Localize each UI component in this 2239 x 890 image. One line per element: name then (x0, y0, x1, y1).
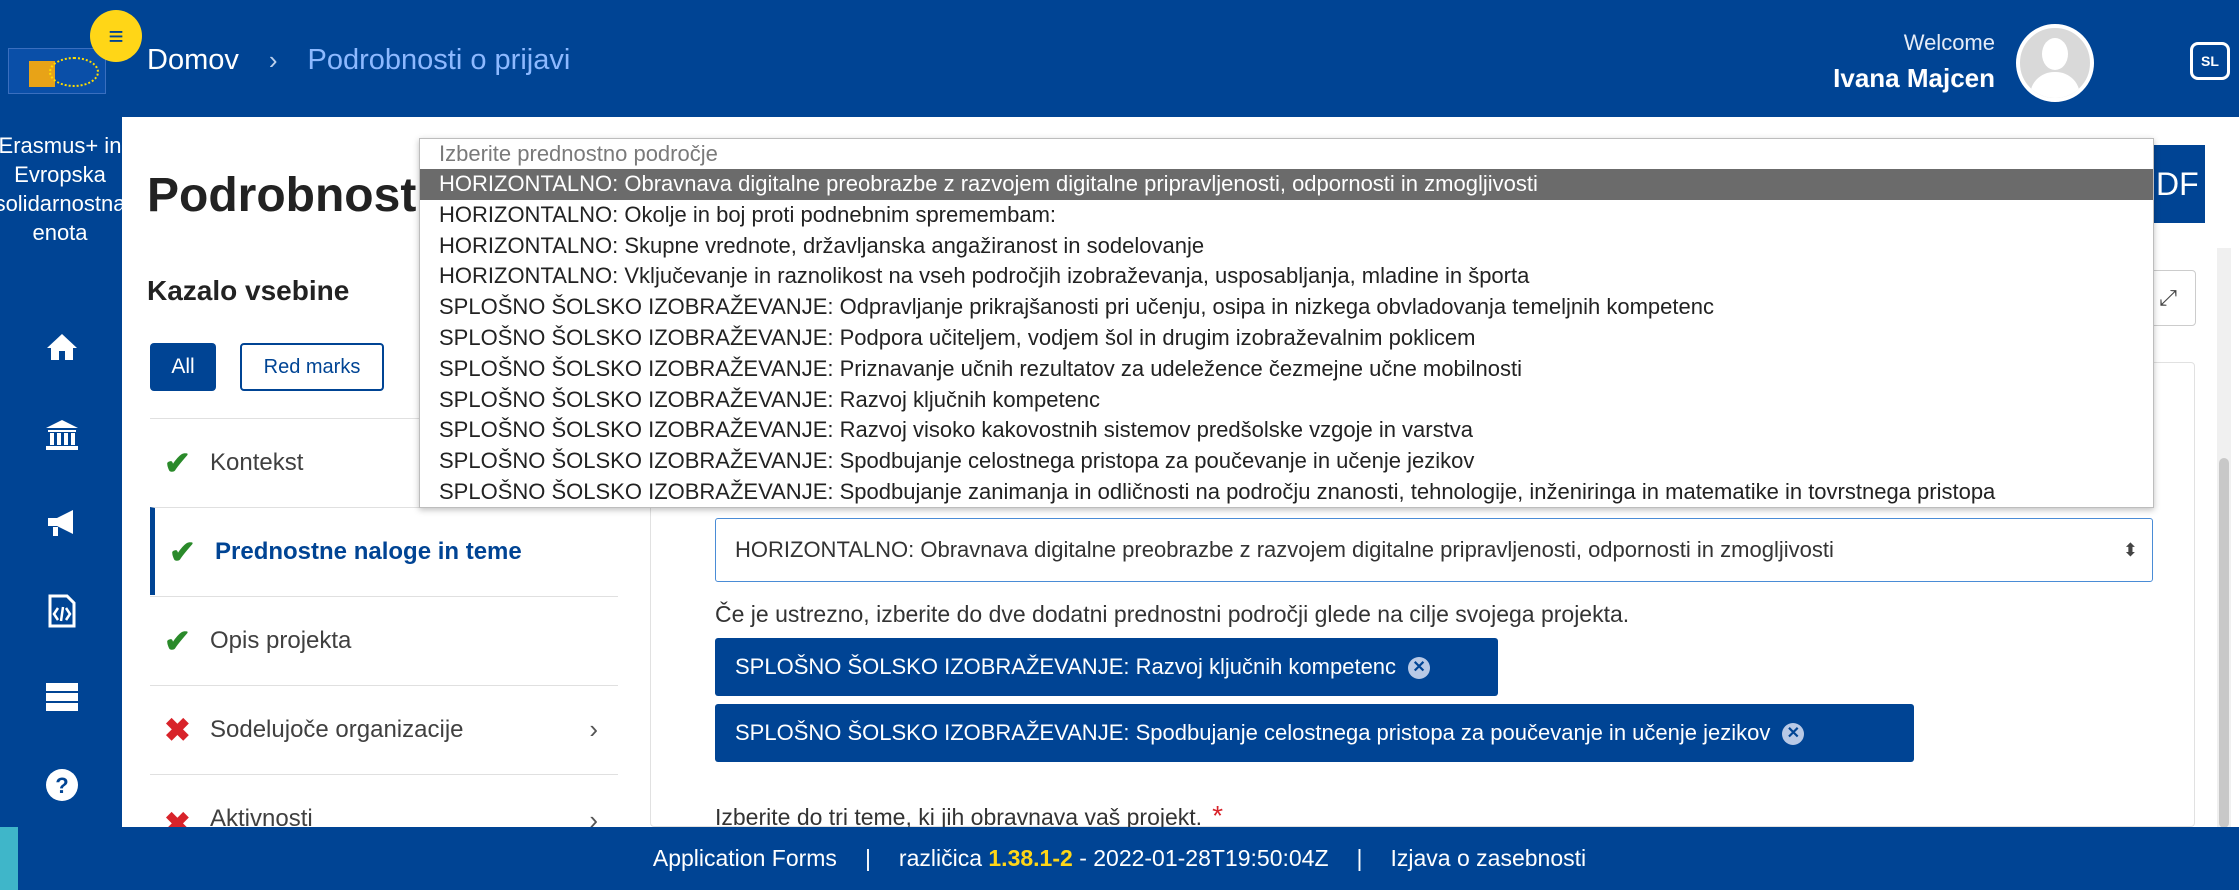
toc-item-activities[interactable]: ✖ Aktivnosti › (150, 774, 618, 827)
chip-label: SPLOŠNO ŠOLSKO IZOBRAŽEVANJE: Spodbujanj… (735, 720, 1771, 745)
dropdown-option[interactable]: SPLOŠNO ŠOLSKO IZOBRAŽEVANJE: Spodbujanj… (420, 446, 2153, 477)
dropdown-option[interactable]: SPLOŠNO ŠOLSKO IZOBRAŽEVANJE: Podpora uč… (420, 323, 2153, 354)
welcome-label: Welcome (1903, 30, 1995, 55)
svg-text:?: ? (55, 773, 68, 798)
dropdown-option[interactable]: HORIZONTALNO: Okolje in boj proti podneb… (420, 200, 2153, 231)
sort-arrows-icon: ⬍ (2122, 540, 2138, 560)
chevron-right-icon: › (589, 805, 598, 827)
additional-priorities-label: Če je ustrezno, izberite do dve dodatni … (715, 601, 1630, 627)
user-name: Ivana Majcen (1833, 63, 1995, 93)
scrollbar-thumb[interactable] (2219, 458, 2229, 828)
dropdown-option[interactable]: SPLOŠNO ŠOLSKO IZOBRAŽEVANJE: Spodbujanj… (420, 477, 2153, 508)
priority-chip: SPLOŠNO ŠOLSKO IZOBRAŽEVANJE: Spodbujanj… (715, 704, 1914, 762)
dropdown-option[interactable]: HORIZONTALNO: Vključevanje in raznolikos… (420, 261, 2153, 292)
code-file-icon[interactable] (42, 591, 82, 631)
page-title: Podrobnosti (147, 169, 430, 222)
side-nav-rail: Erasmus+ in Evropska solidarnostna enota… (0, 117, 125, 827)
priority-select[interactable]: HORIZONTALNO: Obravnava digitalne preobr… (715, 518, 2153, 582)
menu-toggle-button[interactable]: ≡ (90, 10, 142, 62)
toc-item-label: Sodelujoče organizacije (210, 715, 464, 743)
breadcrumb-current: Podrobnosti o prijavi (307, 44, 571, 76)
help-icon[interactable]: ? (42, 765, 82, 805)
dropdown-option[interactable]: HORIZONTALNO: Skupne vrednote, državljan… (420, 231, 2153, 262)
toc-item-label: Prednostne naloge in teme (215, 537, 522, 565)
avatar[interactable] (2016, 24, 2094, 102)
page-scrollbar[interactable] (2217, 248, 2231, 828)
remove-chip-icon[interactable]: ✕ (1782, 723, 1805, 746)
language-icon[interactable]: SL (2190, 42, 2230, 80)
remove-chip-icon[interactable]: ✕ (1408, 657, 1431, 680)
institution-icon[interactable] (42, 415, 82, 455)
avatar-body-shape (2030, 72, 2080, 98)
dropdown-option[interactable]: SPLOŠNO ŠOLSKO IZOBRAŽEVANJE: Razvoj klj… (420, 385, 2153, 416)
avatar-head-shape (2042, 38, 2068, 70)
filter-all-button[interactable]: All (150, 343, 216, 391)
eu-stars-logo (49, 57, 99, 87)
chevron-right-icon: › (589, 714, 598, 744)
top-header: ≡ Domov › Podrobnosti o prijavi Welcome … (0, 0, 2239, 117)
check-icon: ✔ (164, 444, 191, 481)
program-label: Erasmus+ in Evropska solidarnostna enota (0, 133, 126, 245)
filter-red-marks-button[interactable]: Red marks (240, 343, 384, 391)
toc-item-label: Opis projekta (210, 626, 352, 654)
eu-logo (8, 48, 106, 94)
footer-privacy-link[interactable]: Izjava o zasebnosti (1391, 845, 1587, 872)
check-icon: ✔ (164, 622, 191, 659)
toc-item-priorities[interactable]: ✔ Prednostne naloge in teme (150, 507, 618, 595)
chip-label: SPLOŠNO ŠOLSKO IZOBRAŽEVANJE: Razvoj klj… (735, 654, 1397, 679)
dropdown-option[interactable]: SPLOŠNO ŠOLSKO IZOBRAŽEVANJE: Priznavanj… (420, 354, 2153, 385)
toc-item-organisations[interactable]: ✖ Sodelujoče organizacije › (150, 685, 618, 773)
dropdown-option[interactable]: HORIZONTALNO: Obravnava digitalne preobr… (420, 169, 2153, 200)
breadcrumb-home-link[interactable]: Domov (147, 44, 239, 77)
hamburger-icon: ≡ (108, 20, 124, 51)
footer-app-link[interactable]: Application Forms (653, 845, 837, 872)
footer-version: 1.38.1-2 (988, 845, 1073, 871)
dropdown-option[interactable]: SPLOŠNO ŠOLSKO IZOBRAŽEVANJE: Razvoj vis… (420, 415, 2153, 446)
toc-item-description[interactable]: ✔ Opis projekta (150, 596, 618, 684)
footer-version-label: različica (898, 845, 982, 871)
footer-build: - 2022-01-28T19:50:04Z (1079, 845, 1329, 871)
check-icon: ✔ (169, 533, 196, 570)
breadcrumb: Domov › Podrobnosti o prijavi (147, 44, 570, 77)
dropdown-placeholder: Izberite prednostno področje (439, 141, 718, 166)
priority-select-value: HORIZONTALNO: Obravnava digitalne preobr… (735, 537, 1834, 562)
megaphone-icon[interactable] (42, 503, 82, 543)
toc-item-label: Kontekst (210, 448, 304, 476)
footer: Application Forms | različica 1.38.1-2 -… (0, 827, 2239, 890)
toc-title: Kazalo vsebine (147, 275, 350, 306)
cross-icon: ✖ (164, 806, 191, 827)
breadcrumb-separator-icon: › (268, 45, 278, 75)
footer-separator: | (864, 845, 871, 871)
server-icon[interactable] (42, 677, 82, 717)
cross-icon: ✖ (164, 711, 191, 748)
footer-separator: | (1356, 845, 1363, 871)
home-icon[interactable] (42, 327, 82, 367)
dropdown-option[interactable]: SPLOŠNO ŠOLSKO IZOBRAŽEVANJE: Odpravljan… (420, 292, 2153, 323)
toc-item-label: Aktivnosti (210, 805, 313, 827)
priority-dropdown-list: Izberite prednostno področje HORIZONTALN… (419, 138, 2154, 508)
pdf-button[interactable]: DF (2150, 145, 2205, 223)
priority-chip: SPLOŠNO ŠOLSKO IZOBRAŽEVANJE: Razvoj klj… (715, 638, 1498, 696)
footer-accent (0, 827, 18, 890)
